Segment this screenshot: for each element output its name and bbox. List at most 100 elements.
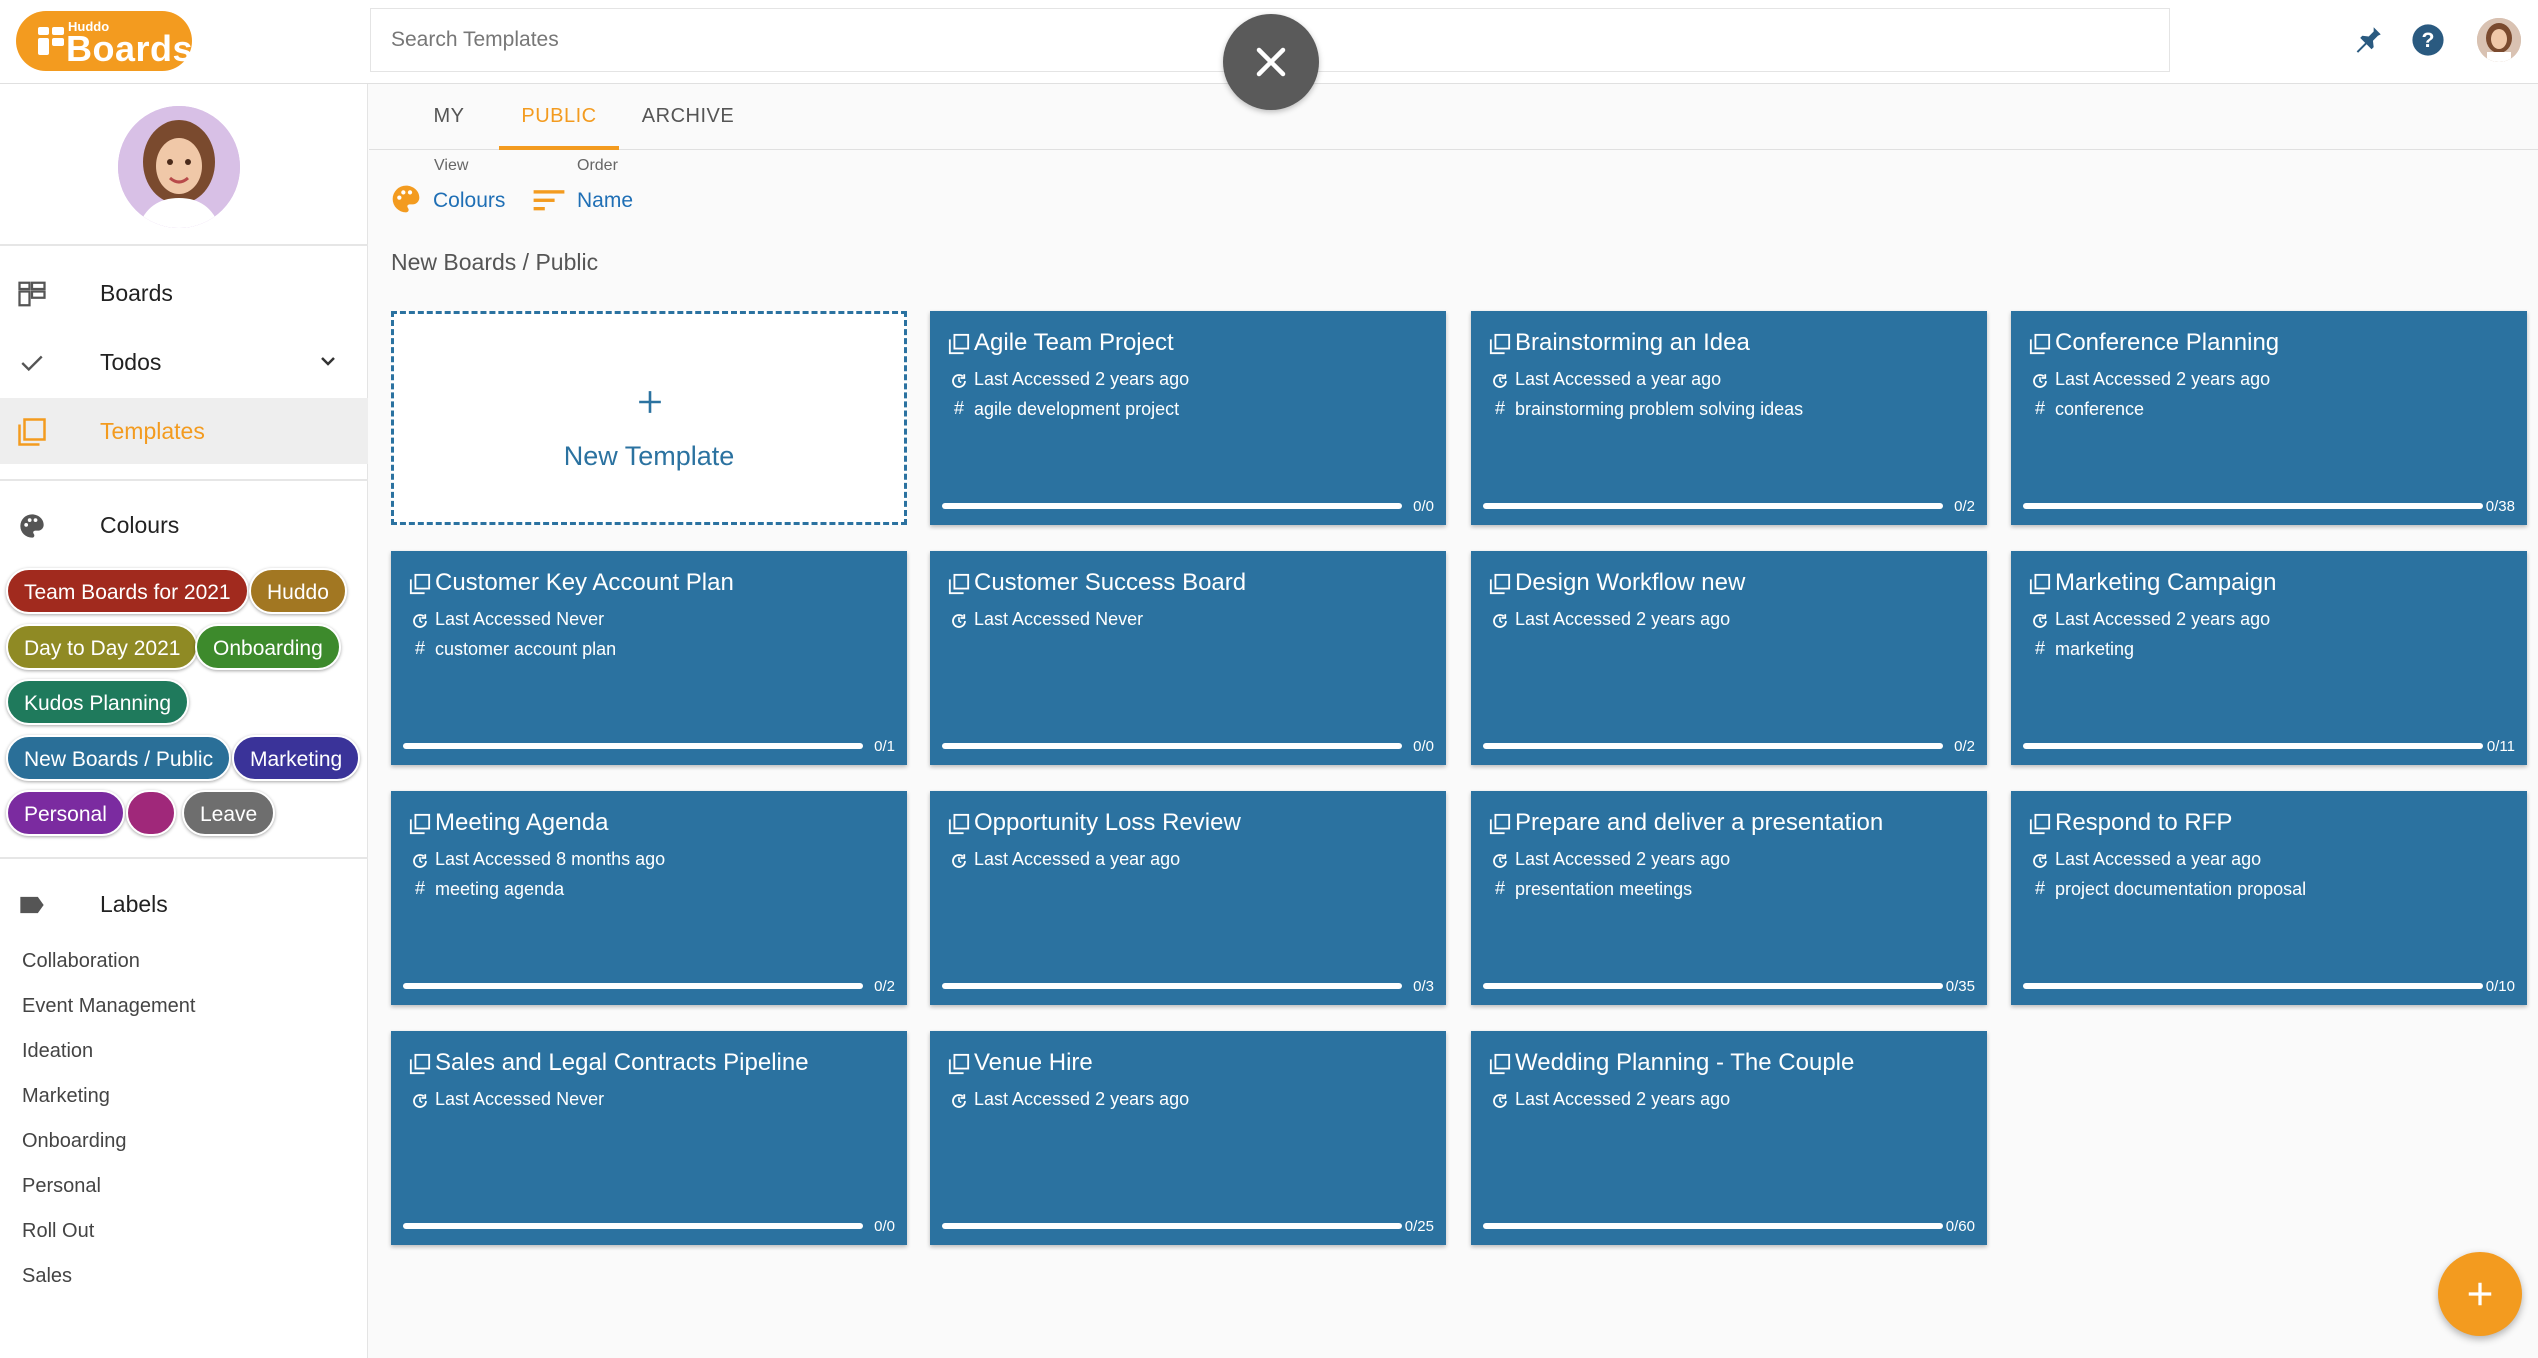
colour-chip[interactable]: Kudos Planning [6, 679, 190, 725]
history-icon [1491, 1092, 1509, 1110]
history-icon [411, 1092, 429, 1110]
new-template-button[interactable]: New Template [391, 311, 907, 525]
svg-text:?: ? [2422, 28, 2435, 52]
colour-chip[interactable]: Leave [182, 790, 276, 836]
card-title: Wedding Planning - The Couple [1515, 1049, 1855, 1076]
template-card[interactable]: Customer Success Board Last Accessed Neve… [930, 551, 1446, 765]
template-card[interactable]: Conference Planning Last Accessed 2 years… [2011, 311, 2527, 525]
close-button[interactable] [1223, 14, 1319, 110]
label-link[interactable]: Roll Out [22, 1220, 94, 1243]
colour-chip[interactable] [126, 790, 176, 836]
template-card[interactable]: Wedding Planning - The Couple Last Access… [1471, 1031, 1987, 1245]
card-progress-bar [2023, 743, 2483, 749]
tab-public[interactable]: PUBLIC [499, 84, 619, 150]
logo-grid-icon [38, 27, 64, 55]
card-progress-count: 0/1 [874, 738, 895, 755]
colour-chip[interactable]: New Boards / Public [6, 735, 232, 781]
user-avatar[interactable] [2477, 18, 2521, 62]
card-last-accessed: Last Accessed Never [974, 609, 1144, 629]
hashtag-icon: # [1494, 878, 1505, 898]
label-link[interactable]: Sales [22, 1265, 72, 1288]
template-copy-icon [948, 333, 970, 355]
card-tags: meeting agenda [435, 879, 565, 899]
colours-title: Colours [100, 511, 180, 538]
add-fab-button[interactable] [2438, 1252, 2522, 1336]
templates-icon [14, 417, 50, 447]
history-icon [411, 852, 429, 870]
huddo-boards-logo[interactable]: Huddo Boards [16, 11, 193, 71]
card-title: Agile Team Project [974, 329, 1174, 356]
card-progress-count: 0/0 [874, 1218, 895, 1235]
template-card[interactable]: Respond to RFP Last Accessed a year ago # p… [2011, 791, 2527, 1005]
template-card[interactable]: Venue Hire Last Accessed 2 years ago 0/25 [930, 1031, 1446, 1245]
card-progress-count: 0/0 [1413, 498, 1434, 515]
card-progress-bar [942, 983, 1402, 989]
card-progress-bar [1483, 1223, 1943, 1229]
template-card[interactable]: Sales and Legal Contracts Pipeline Last A… [391, 1031, 907, 1245]
colour-chip[interactable]: Personal [6, 790, 125, 836]
history-icon [950, 372, 968, 390]
label-link[interactable]: Event Management [22, 995, 195, 1018]
template-card[interactable]: Brainstorming an Idea Last Accessed a yea… [1471, 311, 1987, 525]
card-progress-bar [403, 1223, 863, 1229]
card-progress-count: 0/38 [2485, 498, 2515, 515]
sort-icon[interactable] [532, 186, 566, 219]
template-card[interactable]: Prepare and deliver a presentation Last A… [1471, 791, 1987, 1005]
sidebar-divider [0, 479, 368, 481]
sidebar-divider [0, 244, 368, 246]
sidebar-item-boards[interactable]: Boards [0, 260, 368, 326]
tab-my[interactable]: MY [409, 84, 489, 150]
order-selector[interactable]: Name [577, 189, 633, 213]
labels-heading: Labels [0, 871, 368, 937]
colour-chip[interactable]: Huddo [249, 568, 347, 614]
card-progress-bar [2023, 503, 2483, 509]
card-last-accessed: Last Accessed 2 years ago [1515, 849, 1731, 869]
colour-chip[interactable]: Marketing [232, 735, 361, 781]
label-link[interactable]: Collaboration [22, 950, 140, 973]
template-tabs: MY PUBLIC ARCHIVE [369, 84, 2538, 150]
colour-chip[interactable]: Day to Day 2021 [6, 624, 199, 670]
template-copy-icon [1489, 333, 1511, 355]
label-link[interactable]: Onboarding [22, 1130, 127, 1153]
chevron-down-icon[interactable] [316, 349, 340, 379]
sidebar-item-templates[interactable]: Templates [0, 398, 368, 464]
sidebar-item-label: Boards [100, 279, 173, 306]
palette-icon[interactable] [390, 183, 422, 220]
hashtag-icon: # [2034, 638, 2045, 658]
sidebar-item-todos[interactable]: Todos [0, 329, 368, 395]
sidebar-divider [0, 857, 368, 859]
profile-avatar[interactable] [118, 106, 240, 228]
card-progress-bar [2023, 983, 2483, 989]
card-last-accessed: Last Accessed 2 years ago [974, 1089, 1190, 1109]
order-label: Order [577, 157, 618, 174]
label-link[interactable]: Marketing [22, 1085, 110, 1108]
help-icon[interactable]: ? [2408, 20, 2448, 60]
card-title: Design Workflow new [1515, 569, 1746, 596]
card-progress-count: 0/0 [1413, 738, 1434, 755]
card-title: Customer Key Account Plan [435, 569, 734, 596]
card-progress-bar [1483, 503, 1943, 509]
template-card[interactable]: Meeting Agenda Last Accessed 8 months ago… [391, 791, 907, 1005]
sidebar-item-label: Templates [100, 417, 205, 444]
colour-chip[interactable]: Team Boards for 2021 [6, 568, 249, 614]
template-card[interactable]: Agile Team Project Last Accessed 2 years … [930, 311, 1446, 525]
card-last-accessed: Last Accessed a year ago [974, 849, 1181, 869]
view-selector[interactable]: Colours [433, 189, 505, 213]
card-progress-bar [1483, 983, 1943, 989]
label-link[interactable]: Personal [22, 1175, 101, 1198]
labels-title: Labels [100, 890, 168, 917]
card-progress-count: 0/11 [2486, 738, 2515, 755]
card-progress-count: 0/10 [2485, 978, 2515, 995]
card-progress-count: 0/2 [874, 978, 895, 995]
template-card[interactable]: Opportunity Loss Review Last Accessed a y… [930, 791, 1446, 1005]
new-template-label: New Template [563, 441, 735, 471]
label-link[interactable]: Ideation [22, 1040, 93, 1063]
template-card[interactable]: Customer Key Account Plan Last Accessed N… [391, 551, 907, 765]
template-card[interactable]: Design Workflow new Last Accessed 2 years… [1471, 551, 1987, 765]
check-icon [14, 348, 50, 378]
card-progress-bar [403, 983, 863, 989]
template-card[interactable]: Marketing Campaign Last Accessed 2 years … [2011, 551, 2527, 765]
pin-icon[interactable] [2348, 20, 2388, 60]
tab-archive[interactable]: ARCHIVE [631, 84, 745, 150]
colour-chip[interactable]: Onboarding [195, 624, 341, 670]
